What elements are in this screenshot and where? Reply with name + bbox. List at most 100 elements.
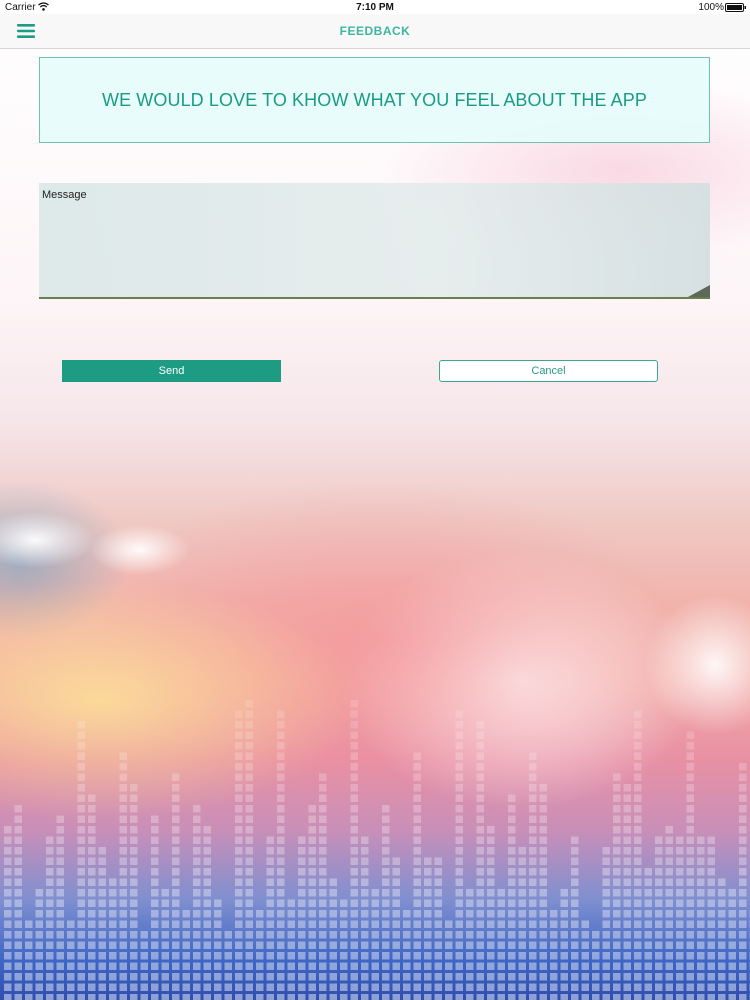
cancel-button[interactable]: Cancel [439, 360, 658, 382]
equalizer-block [151, 920, 159, 928]
equalizer-block [623, 878, 631, 886]
equalizer-block [718, 952, 726, 960]
equalizer-block [350, 994, 358, 1000]
equalizer-block [455, 847, 463, 855]
equalizer-block [634, 952, 642, 960]
equalizer-block [476, 899, 484, 907]
equalizer-block [350, 815, 358, 823]
equalizer-block [214, 920, 222, 928]
equalizer-block [256, 983, 264, 991]
equalizer-block [109, 931, 117, 939]
equalizer-block [686, 784, 694, 792]
equalizer-block [707, 931, 715, 939]
equalizer-block [172, 847, 180, 855]
equalizer-block [266, 994, 274, 1000]
equalizer-block [77, 899, 85, 907]
equalizer-block [235, 941, 243, 949]
equalizer-block [46, 973, 54, 981]
equalizer-block [476, 857, 484, 865]
equalizer-block [497, 931, 505, 939]
equalizer-block [361, 920, 369, 928]
equalizer-block [130, 857, 138, 865]
equalizer-block [277, 889, 285, 897]
equalizer-block [487, 973, 495, 981]
equalizer-block [728, 983, 736, 991]
equalizer-block [718, 931, 726, 939]
equalizer-block [455, 920, 463, 928]
equalizer-block [35, 899, 43, 907]
equalizer-block [497, 952, 505, 960]
equalizer-block [518, 878, 526, 886]
equalizer-block [266, 910, 274, 918]
equalizer-block [697, 857, 705, 865]
equalizer-block [130, 899, 138, 907]
equalizer-block [581, 973, 589, 981]
equalizer-block [308, 868, 316, 876]
equalizer-block [686, 773, 694, 781]
equalizer-block [644, 994, 652, 1000]
equalizer-block [298, 868, 306, 876]
equalizer-block [371, 910, 379, 918]
equalizer-block [109, 910, 117, 918]
equalizer-block [718, 983, 726, 991]
send-button[interactable]: Send [62, 360, 281, 382]
equalizer-block [109, 952, 117, 960]
equalizer-block [77, 826, 85, 834]
equalizer-block [539, 889, 547, 897]
equalizer-block [350, 710, 358, 718]
equalizer-block [623, 973, 631, 981]
equalizer-block [413, 857, 421, 865]
resize-handle-icon[interactable] [688, 285, 710, 297]
equalizer-block [602, 983, 610, 991]
equalizer-block [487, 889, 495, 897]
equalizer-block [550, 931, 558, 939]
equalizer-block [623, 889, 631, 897]
equalizer-block [371, 973, 379, 981]
equalizer-block [382, 931, 390, 939]
equalizer-block [361, 857, 369, 865]
equalizer-block [151, 983, 159, 991]
equalizer-block [172, 910, 180, 918]
equalizer-block [644, 973, 652, 981]
equalizer-block [476, 752, 484, 760]
equalizer-block [287, 952, 295, 960]
equalizer-block [613, 994, 621, 1000]
equalizer-block [371, 952, 379, 960]
equalizer-block [508, 962, 516, 970]
equalizer-block [686, 920, 694, 928]
equalizer-block [665, 878, 673, 886]
equalizer-block [182, 962, 190, 970]
equalizer-block [77, 920, 85, 928]
equalizer-block [623, 815, 631, 823]
equalizer-block [245, 899, 253, 907]
equalizer-block [88, 857, 96, 865]
equalizer-block [245, 994, 253, 1000]
equalizer-block [476, 994, 484, 1000]
equalizer-block [382, 952, 390, 960]
equalizer-block [277, 868, 285, 876]
equalizer-block [130, 836, 138, 844]
equalizer-block [245, 773, 253, 781]
equalizer-block [382, 899, 390, 907]
equalizer-block [455, 752, 463, 760]
equalizer-block [613, 973, 621, 981]
equalizer-block [214, 973, 222, 981]
equalizer-block [77, 952, 85, 960]
equalizer-block [602, 931, 610, 939]
equalizer-block [361, 983, 369, 991]
equalizer-block [665, 836, 673, 844]
equalizer-block [151, 973, 159, 981]
equalizer-block [382, 994, 390, 1000]
equalizer-block [361, 889, 369, 897]
equalizer-block [413, 920, 421, 928]
message-textarea[interactable]: Message [39, 183, 710, 299]
equalizer-block [308, 952, 316, 960]
equalizer-block [623, 941, 631, 949]
equalizer-block [161, 920, 169, 928]
equalizer-block [88, 952, 96, 960]
equalizer-block [413, 889, 421, 897]
equalizer-block [655, 878, 663, 886]
equalizer-block [655, 847, 663, 855]
equalizer-block [203, 889, 211, 897]
equalizer-block [14, 941, 22, 949]
